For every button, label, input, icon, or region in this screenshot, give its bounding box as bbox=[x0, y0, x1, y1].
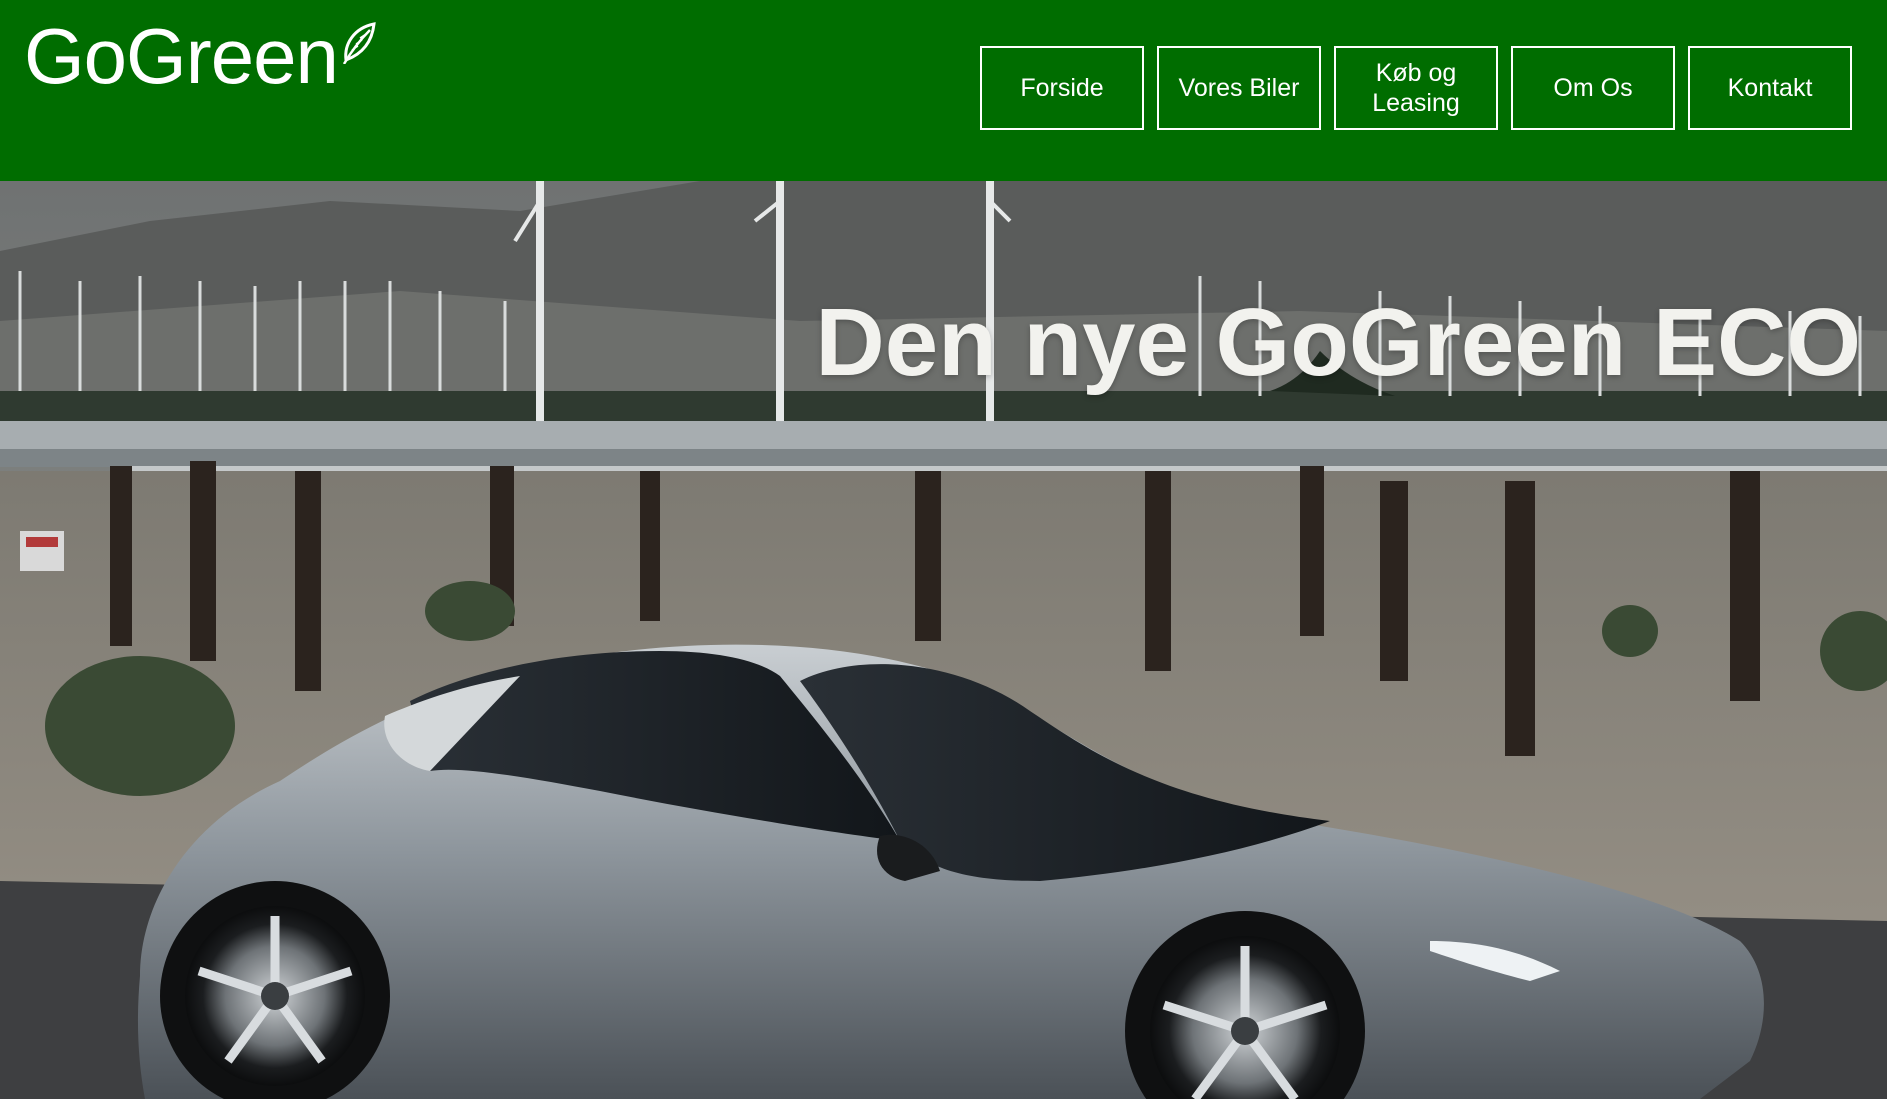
hero-banner: Den nye GoGreen ECO bbox=[0, 181, 1887, 1099]
nav-om-os[interactable]: Om Os bbox=[1511, 46, 1675, 130]
nav-label: Køb og Leasing bbox=[1372, 59, 1460, 117]
nav-forside[interactable]: Forside bbox=[980, 46, 1144, 130]
nav-label: Vores Biler bbox=[1178, 74, 1300, 102]
logo-text: GoGreen bbox=[24, 12, 339, 100]
nav-vores-biler[interactable]: Vores Biler bbox=[1157, 46, 1321, 130]
nav-label: Kontakt bbox=[1727, 74, 1813, 102]
nav-kontakt[interactable]: Kontakt bbox=[1688, 46, 1852, 130]
nav-koeb-og-leasing[interactable]: Køb og Leasing bbox=[1334, 46, 1498, 130]
leaf-icon bbox=[342, 22, 376, 64]
nav-label: Om Os bbox=[1553, 74, 1633, 102]
hero-title: Den nye GoGreen ECO bbox=[815, 289, 1861, 397]
nav-label: Forside bbox=[1020, 74, 1104, 102]
site-header: GoGreen Forside Vores Biler Køb og Leasi… bbox=[0, 0, 1887, 181]
logo[interactable]: GoGreen bbox=[24, 14, 376, 98]
main-nav: Forside Vores Biler Køb og Leasing Om Os… bbox=[980, 46, 1852, 130]
